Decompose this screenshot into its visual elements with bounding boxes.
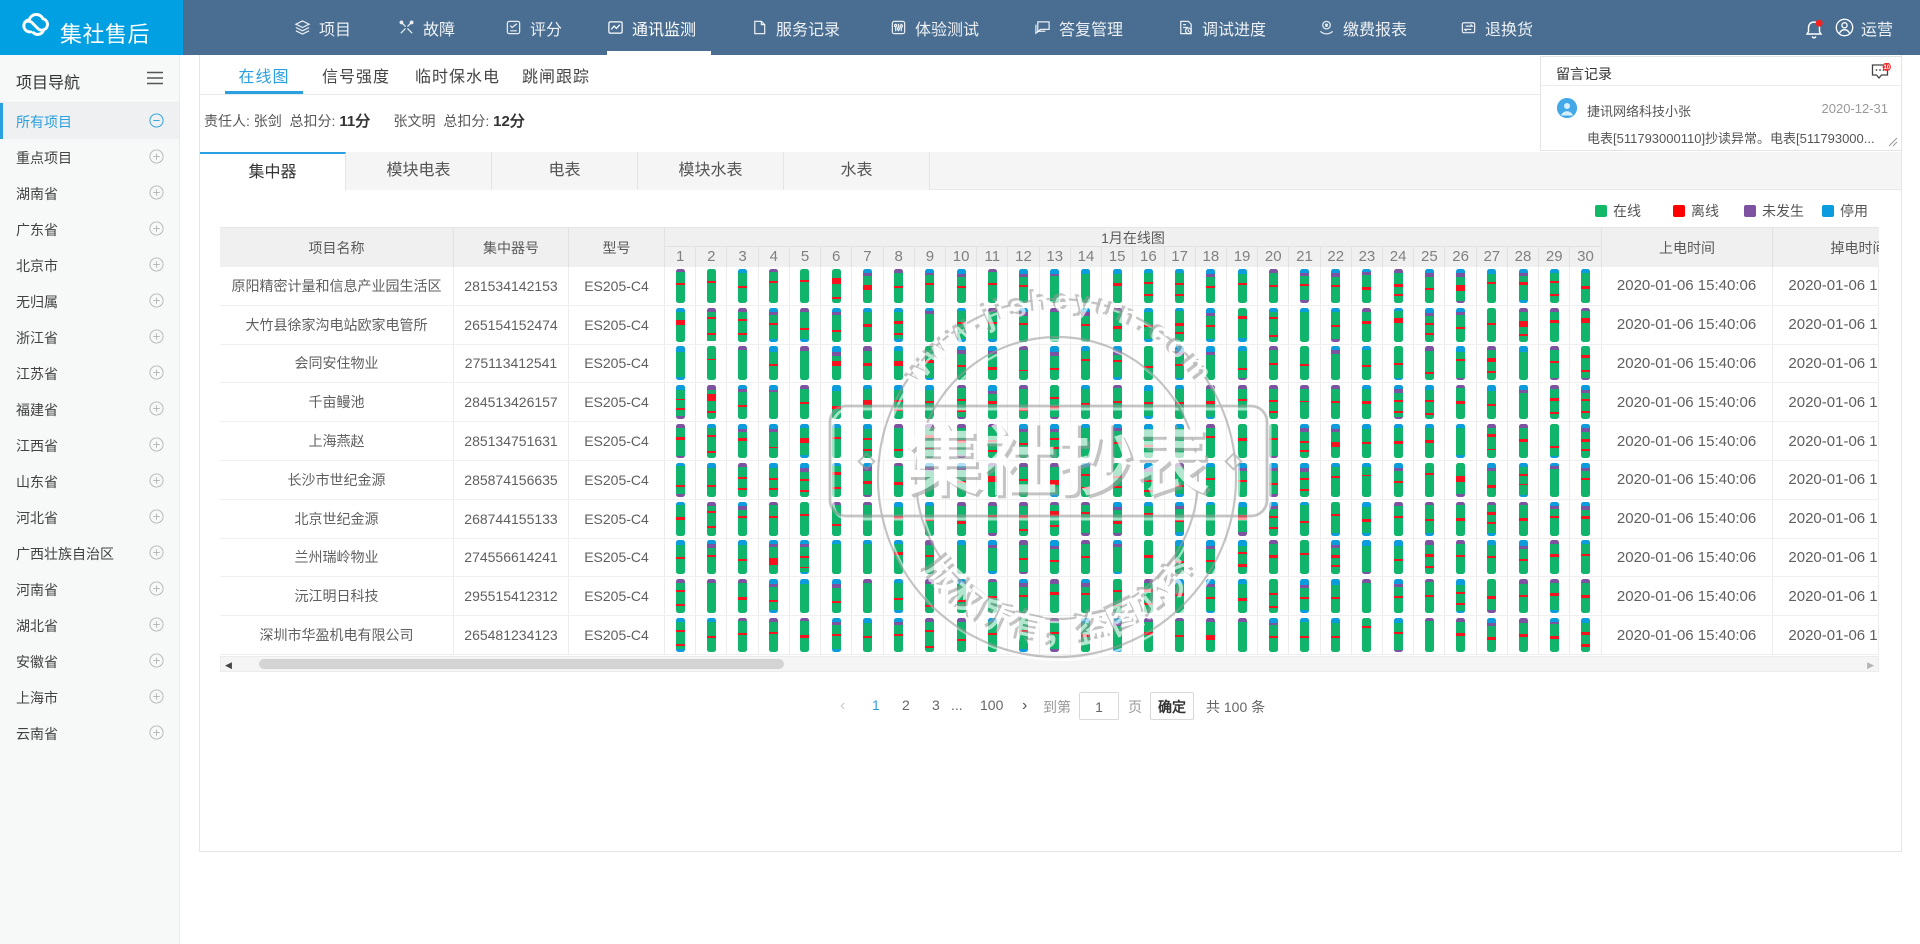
svg-text:10: 10 bbox=[1883, 65, 1890, 71]
